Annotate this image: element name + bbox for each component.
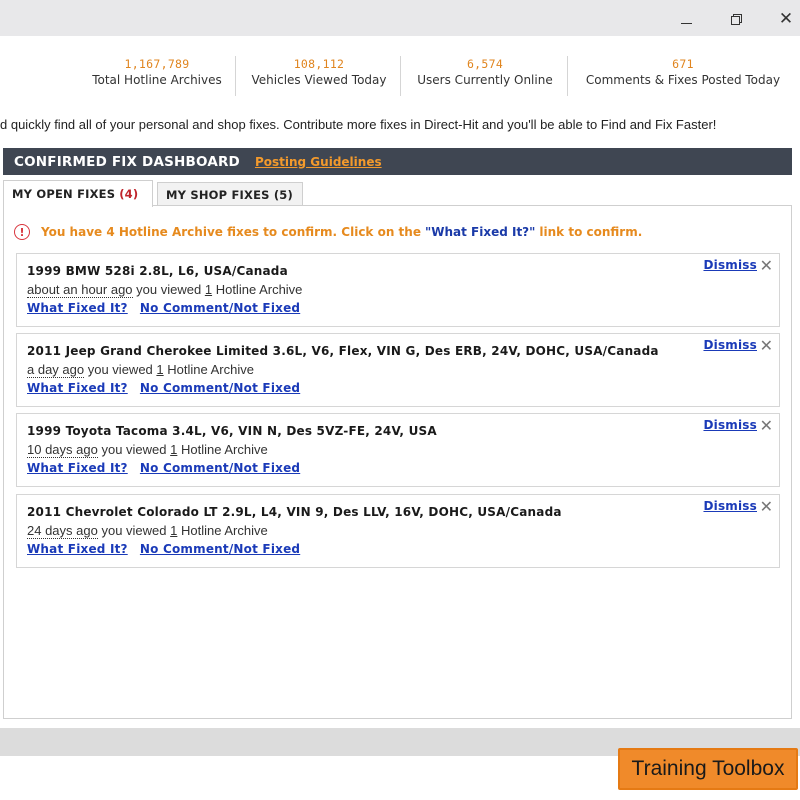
no-comment-link[interactable]: No Comment/Not Fixed [140,542,300,556]
stat-users-online: 6,574 Users Currently Online [412,56,558,100]
fix-meta: 24 days ago you viewed 1 Hotline Archive [27,523,268,539]
close-icon[interactable]: ✕ [760,497,773,516]
fix-actions: What Fixed It? No Comment/Not Fixed [27,301,308,315]
close-icon[interactable]: ✕ [760,256,773,275]
dashboard-title: CONFIRMED FIX DASHBOARD [14,153,240,170]
fix-vehicle: 1999 BMW 528i 2.8L, L6, USA/Canada [27,264,288,278]
fix-viewed-text: you viewed [101,523,167,538]
stat-label: Total Hotline Archives [92,73,222,87]
stat-comments-posted: 671 Comments & Fixes Posted Today [578,56,788,100]
tab-label: MY SHOP FIXES (5) [166,187,293,202]
stat-divider [235,56,236,96]
no-comment-link[interactable]: No Comment/Not Fixed [140,461,300,475]
minimize-icon [680,22,692,24]
stat-value: 671 [672,57,694,71]
stat-divider [400,56,401,96]
stat-divider [567,56,568,96]
fix-count: 1 [204,282,213,297]
no-comment-link[interactable]: No Comment/Not Fixed [140,381,300,395]
fix-count: 1 [170,442,178,457]
fix-card: 2011 Chevrolet Colorado LT 2.9L, L4, VIN… [16,494,780,568]
stat-value: 1,167,789 [124,57,190,71]
fix-vehicle: 2011 Jeep Grand Cherokee Limited 3.6L, V… [27,344,659,358]
stat-total-archives: 1,167,789 Total Hotline Archives [88,56,226,100]
minimize-button[interactable] [672,8,700,30]
fix-card: 2011 Jeep Grand Cherokee Limited 3.6L, V… [16,333,780,407]
restore-icon [730,13,742,25]
fix-count: 1 [156,362,164,377]
fix-count: 1 [170,523,178,538]
fix-archive-text: Hotline Archive [167,362,254,377]
fix-meta: 10 days ago you viewed 1 Hotline Archive [27,442,268,458]
fix-viewed-text: you viewed [87,362,153,377]
fix-card: 1999 BMW 528i 2.8L, L6, USA/Canada about… [16,253,780,327]
dismiss-link[interactable]: Dismiss [703,338,757,352]
fix-actions: What Fixed It? No Comment/Not Fixed [27,542,308,556]
fix-archive-text: Hotline Archive [215,282,303,297]
tab-my-shop-fixes[interactable]: MY SHOP FIXES (5) [157,182,303,206]
dismiss-link[interactable]: Dismiss [703,499,757,513]
tab-my-open-fixes[interactable]: MY OPEN FIXES (4) [3,180,153,207]
dismiss-link[interactable]: Dismiss [703,418,757,432]
stats-bar: 1,167,789 Total Hotline Archives 108,112… [0,52,800,102]
close-icon[interactable]: ✕ [760,336,773,355]
fix-viewed-text: you viewed [101,442,167,457]
intro-text: d quickly find all of your personal and … [0,117,717,132]
fix-time: a day ago [27,362,85,378]
notice-text-end: link to confirm. [539,225,643,239]
fix-viewed-text: you viewed [136,282,202,297]
what-fixed-it-link[interactable]: What Fixed It? [27,461,128,475]
fix-time: about an hour ago [27,282,133,298]
stat-value: 6,574 [466,57,504,71]
stat-label: Comments & Fixes Posted Today [585,73,781,87]
what-fixed-it-link[interactable]: What Fixed It? [27,542,128,556]
maximize-button[interactable] [722,8,750,30]
fix-archive-text: Hotline Archive [181,442,268,457]
fix-vehicle: 1999 Toyota Tacoma 3.4L, V6, VIN N, Des … [27,424,437,438]
notice-quote: "What Fixed It?" [424,225,536,239]
dashboard-header: CONFIRMED FIX DASHBOARD Posting Guidelin… [3,148,792,175]
close-button[interactable]: ✕ [772,8,800,30]
what-fixed-it-link[interactable]: What Fixed It? [27,381,128,395]
confirm-notice: ! You have 4 Hotline Archive fixes to co… [14,223,642,241]
tab-label: MY OPEN FIXES [12,187,116,201]
tab-count: (4) [119,187,139,201]
fix-time: 24 days ago [27,523,98,539]
fix-card: 1999 Toyota Tacoma 3.4L, V6, VIN N, Des … [16,413,780,487]
dismiss-link[interactable]: Dismiss [703,258,757,272]
what-fixed-it-link[interactable]: What Fixed It? [27,301,128,315]
fix-time: 10 days ago [27,442,98,458]
fix-archive-text: Hotline Archive [181,523,268,538]
window-titlebar: ✕ [0,0,800,36]
stat-vehicles-viewed: 108,112 Vehicles Viewed Today [246,56,392,100]
notice-text: You have 4 Hotline Archive fixes to conf… [41,225,421,239]
fix-meta: a day ago you viewed 1 Hotline Archive [27,362,254,378]
training-toolbox-button[interactable]: Training Toolbox [618,748,798,790]
close-icon[interactable]: ✕ [760,416,773,435]
posting-guidelines-link[interactable]: Posting Guidelines [255,155,382,169]
fix-actions: What Fixed It? No Comment/Not Fixed [27,461,308,475]
no-comment-link[interactable]: No Comment/Not Fixed [140,301,300,315]
close-icon: ✕ [778,9,794,29]
alert-icon: ! [14,224,30,240]
stat-value: 108,112 [293,57,345,71]
fix-actions: What Fixed It? No Comment/Not Fixed [27,381,308,395]
stat-label: Users Currently Online [417,73,553,87]
fix-meta: about an hour ago you viewed 1 Hotline A… [27,282,303,298]
fix-vehicle: 2011 Chevrolet Colorado LT 2.9L, L4, VIN… [27,505,562,519]
stat-label: Vehicles Viewed Today [251,73,387,87]
